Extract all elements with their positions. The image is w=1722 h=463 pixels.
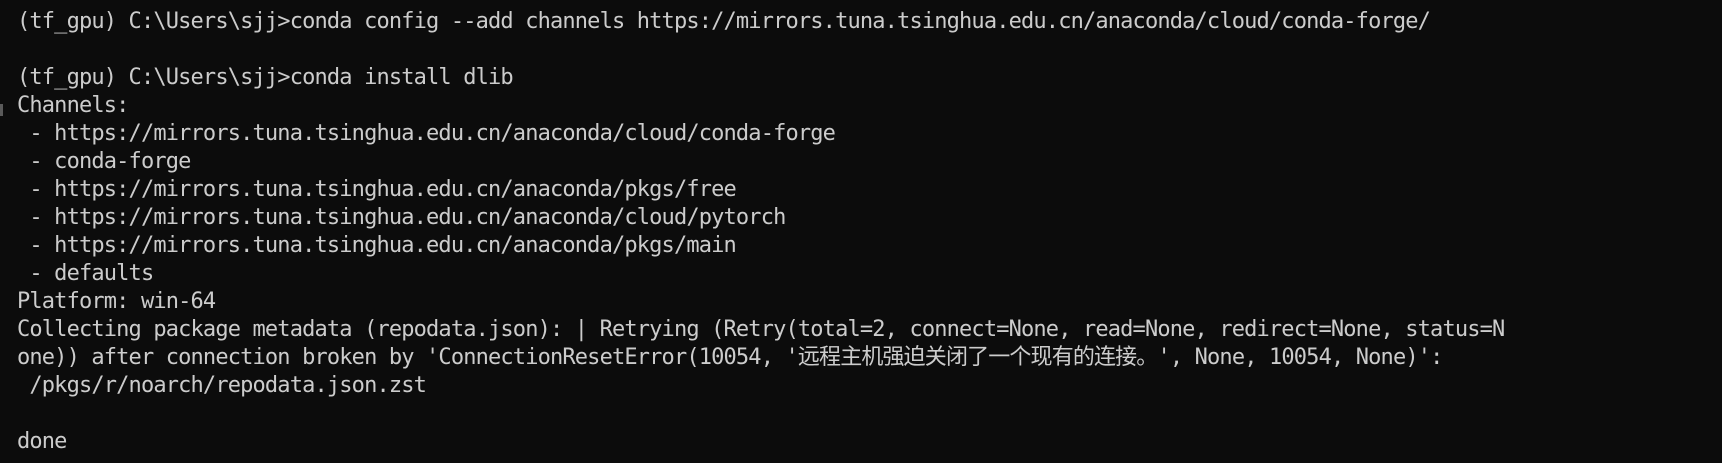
window-edge-marker: [0, 104, 3, 116]
channel-item: - defaults: [17, 261, 154, 286]
command-line-add-channel: (tf_gpu) C:\Users\sjj>conda config --add…: [17, 9, 1431, 34]
collecting-metadata-line: Collecting package metadata (repodata.js…: [17, 317, 1505, 342]
channel-item: - https://mirrors.tuna.tsinghua.edu.cn/a…: [17, 233, 736, 258]
command-line-install: (tf_gpu) C:\Users\sjj>conda install dlib: [17, 65, 514, 90]
channel-item: - https://mirrors.tuna.tsinghua.edu.cn/a…: [17, 205, 786, 230]
channel-item: - conda-forge: [17, 149, 191, 174]
repodata-path-line: /pkgs/r/noarch/repodata.json.zst: [17, 373, 427, 398]
channels-header: Channels:: [17, 93, 129, 118]
connection-error-line: one)) after connection broken by 'Connec…: [17, 345, 1443, 370]
terminal-output[interactable]: (tf_gpu) C:\Users\sjj>conda config --add…: [0, 0, 1722, 463]
channel-item: - https://mirrors.tuna.tsinghua.edu.cn/a…: [17, 121, 836, 146]
platform-line: Platform: win-64: [17, 289, 216, 314]
channel-item: - https://mirrors.tuna.tsinghua.edu.cn/a…: [17, 177, 736, 202]
status-done-line: done: [17, 429, 67, 454]
